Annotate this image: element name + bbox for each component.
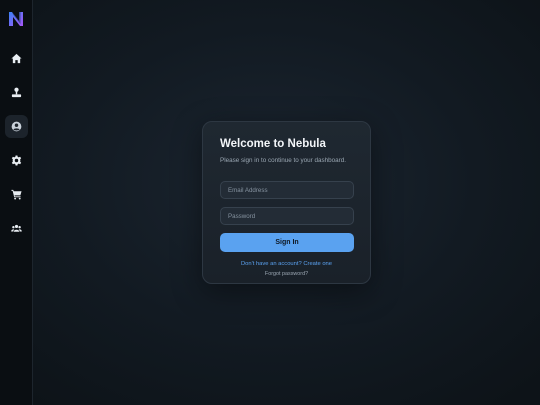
sidebar-item-profile[interactable] <box>4 115 28 138</box>
sidebar-nav <box>4 47 28 240</box>
sidebar-item-cart[interactable] <box>5 183 28 206</box>
nebula-logo[interactable] <box>8 11 24 27</box>
gear-icon <box>11 155 21 166</box>
sidebar-item-home[interactable] <box>5 47 28 70</box>
login-subtitle: Please sign in to continue to your dashb… <box>220 157 347 164</box>
login-title: Welcome to Nebula <box>220 138 326 150</box>
profile-icon <box>11 121 21 132</box>
password-input[interactable] <box>220 207 354 225</box>
email-input[interactable] <box>220 181 354 199</box>
sidebar-item-settings[interactable] <box>5 149 28 172</box>
sidebar-item-users[interactable] <box>5 217 28 240</box>
users-icon <box>10 224 22 232</box>
forgot-password-link[interactable]: Forgot password? <box>220 271 353 278</box>
login-card: Welcome to Nebula Please sign in to cont… <box>202 121 371 284</box>
cart-icon <box>10 189 22 200</box>
sign-in-button[interactable]: Sign In <box>220 233 354 252</box>
sidebar-item-user[interactable] <box>5 81 28 104</box>
home-icon <box>10 53 22 64</box>
sidebar <box>0 0 33 405</box>
user-icon <box>11 87 21 98</box>
create-account-link[interactable]: Don't have an account? Create one <box>220 261 353 268</box>
